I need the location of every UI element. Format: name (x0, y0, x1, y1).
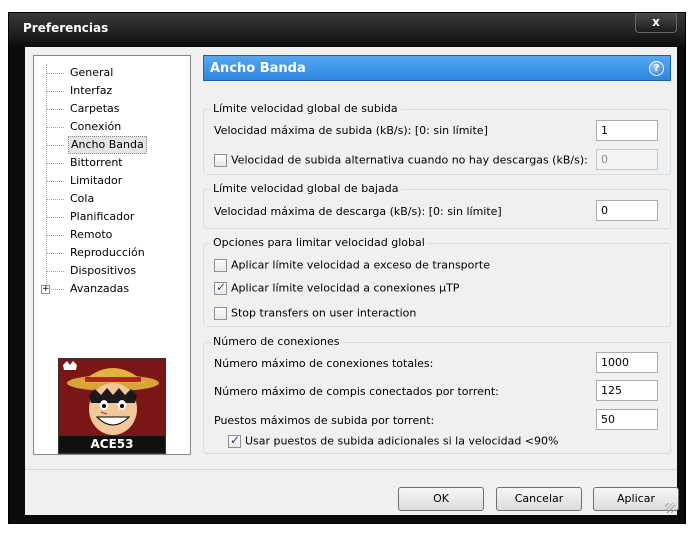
upload-slots-label: Puestos máximos de subida por torrent: (214, 414, 435, 427)
upload-max-input[interactable] (596, 120, 658, 141)
dialog-client-area: General Interfaz Carpetas Conexión Ancho… (25, 47, 679, 515)
category-tree: General Interfaz Carpetas Conexión Ancho… (33, 55, 191, 455)
window-title: Preferencias (23, 21, 109, 35)
peers-per-torrent-label: Número máximo de compis conectados por t… (214, 385, 499, 398)
extra-slots-label: Usar puestos de subida adicionales si la… (245, 434, 559, 448)
upload-slots-input[interactable] (596, 409, 658, 430)
upload-limit-group: Límite velocidad global de subida Veloci… (203, 102, 671, 175)
expand-icon[interactable]: + (41, 285, 50, 294)
nav-item-interfaz[interactable]: Interfaz (68, 82, 114, 100)
tree-connector (46, 64, 47, 292)
nav-item-remoto[interactable]: Remoto (68, 226, 114, 244)
utp-checkbox[interactable] (214, 280, 227, 295)
nav-item-carpetas[interactable]: Carpetas (68, 100, 121, 118)
resize-grip[interactable] (665, 503, 675, 513)
nav-item-ancho-banda[interactable]: Ancho Banda (68, 136, 147, 154)
preferences-window: Preferencias x General Interfaz Carpetas… (8, 12, 686, 524)
options-group-title: Opciones para limitar velocidad global (210, 236, 428, 249)
close-button[interactable]: x (635, 13, 677, 33)
total-connections-label: Número máximo de conexiones totales: (214, 357, 434, 370)
download-limit-group: Límite velocidad global de bajada Veloci… (203, 182, 671, 229)
cancel-button[interactable]: Cancelar (496, 487, 582, 511)
nav-item-reproduccion[interactable]: Reproducción (68, 244, 147, 262)
nav-item-limitador[interactable]: Limitador (68, 172, 124, 190)
upload-group-title: Límite velocidad global de subida (210, 102, 401, 115)
upload-alt-label: Velocidad de subida alternativa cuando n… (231, 153, 588, 167)
avatar-username: ACE53 (59, 436, 165, 453)
peers-per-torrent-input[interactable] (596, 380, 658, 401)
stop-transfers-checkbox[interactable] (214, 306, 227, 320)
connections-group: Número de conexiones Número máximo de co… (203, 335, 671, 454)
help-icon[interactable]: ? (649, 61, 664, 76)
stop-transfers-label: Stop transfers on user interaction (231, 306, 417, 320)
upload-max-label: Velocidad máxima de subida (kB/s): [0: s… (214, 124, 488, 137)
nav-item-bittorrent[interactable]: Bittorrent (68, 154, 125, 172)
nav-item-cola[interactable]: Cola (68, 190, 96, 208)
nav-item-avanzadas[interactable]: Avanzadas (68, 280, 131, 298)
transport-label: Aplicar límite velocidad a exceso de tra… (231, 258, 490, 272)
transport-row: Aplicar límite velocidad a exceso de tra… (214, 258, 490, 273)
button-separator (25, 469, 677, 470)
nav-item-planificador[interactable]: Planificador (68, 208, 136, 226)
nav-item-general[interactable]: General (68, 64, 115, 82)
extra-slots-row: Usar puestos de subida adicionales si la… (228, 433, 559, 449)
download-group-title: Límite velocidad global de bajada (210, 182, 402, 195)
user-avatar: ACE53 (58, 358, 166, 454)
utp-row: Aplicar límite velocidad a conexiones µT… (214, 280, 460, 296)
download-max-label: Velocidad máxima de descarga (kB/s): [0:… (214, 205, 502, 218)
nav-item-conexion[interactable]: Conexión (68, 118, 123, 136)
upload-alt-input (596, 149, 658, 170)
download-max-input[interactable] (596, 200, 658, 221)
nav-item-dispositivos[interactable]: Dispositivos (68, 262, 138, 280)
title-bar[interactable]: Preferencias x (9, 13, 685, 45)
utp-label: Aplicar límite velocidad a conexiones µT… (231, 281, 460, 295)
stop-transfers-row: Stop transfers on user interaction (214, 306, 416, 321)
upload-alt-checkbox[interactable] (214, 153, 227, 167)
section-header: Ancho Banda ? (203, 55, 671, 81)
upload-alt-row: Velocidad de subida alternativa cuando n… (214, 153, 588, 168)
section-title: Ancho Banda (210, 61, 306, 76)
extra-slots-checkbox[interactable] (228, 433, 241, 448)
ok-button[interactable]: OK (398, 487, 484, 511)
limit-options-group: Opciones para limitar velocidad global A… (203, 236, 671, 327)
transport-checkbox[interactable] (214, 258, 227, 272)
connections-group-title: Número de conexiones (210, 335, 343, 348)
total-connections-input[interactable] (596, 352, 658, 373)
